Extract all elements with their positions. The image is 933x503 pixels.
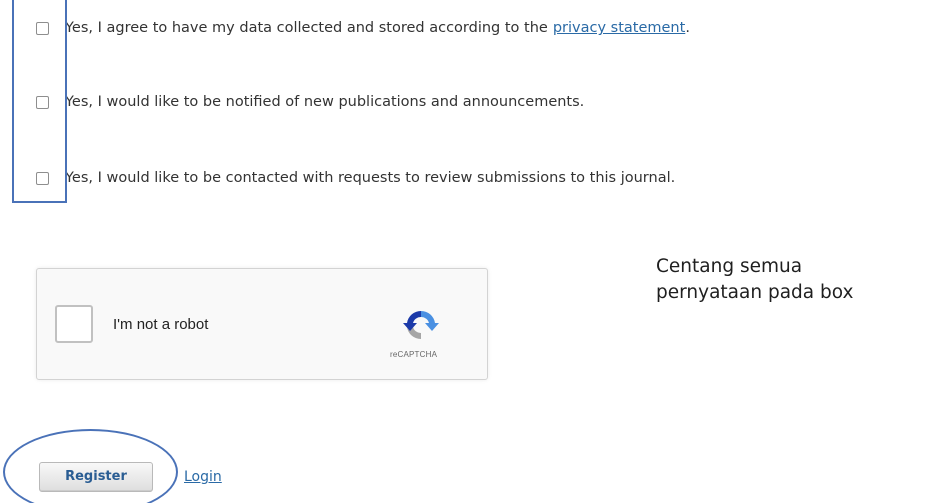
recaptcha-checkbox[interactable] bbox=[55, 305, 93, 343]
recaptcha-brand: reCAPTCHA bbox=[390, 350, 438, 359]
review-consent-label: Yes, I would like to be contacted with r… bbox=[65, 170, 676, 186]
login-link[interactable]: Login bbox=[184, 469, 222, 485]
privacy-statement-link[interactable]: privacy statement bbox=[553, 20, 685, 36]
registration-form-section: Yes, I agree to have my data collected a… bbox=[0, 0, 933, 503]
instruction-note: Centang semua pernyataan pada box bbox=[656, 254, 853, 306]
recaptcha-widget: I'm not a robot reCAPTCHA bbox=[36, 268, 488, 380]
notification-consent-label: Yes, I would like to be notified of new … bbox=[65, 94, 585, 110]
review-consent-row: Yes, I would like to be contacted with r… bbox=[36, 170, 675, 186]
register-highlight-oval bbox=[3, 429, 178, 503]
instruction-note-line-2: pernyataan pada box bbox=[656, 282, 854, 303]
notification-consent-row: Yes, I would like to be notified of new … bbox=[36, 94, 584, 110]
privacy-consent-label: Yes, I agree to have my data collected a… bbox=[65, 20, 548, 36]
privacy-consent-suffix: . bbox=[685, 20, 690, 36]
instruction-note-line-1: Centang semua bbox=[656, 256, 803, 277]
recaptcha-icon bbox=[403, 310, 439, 340]
privacy-consent-row: Yes, I agree to have my data collected a… bbox=[36, 20, 690, 36]
recaptcha-label: I'm not a robot bbox=[113, 316, 209, 333]
checkbox-highlight-rectangle bbox=[12, 0, 67, 203]
